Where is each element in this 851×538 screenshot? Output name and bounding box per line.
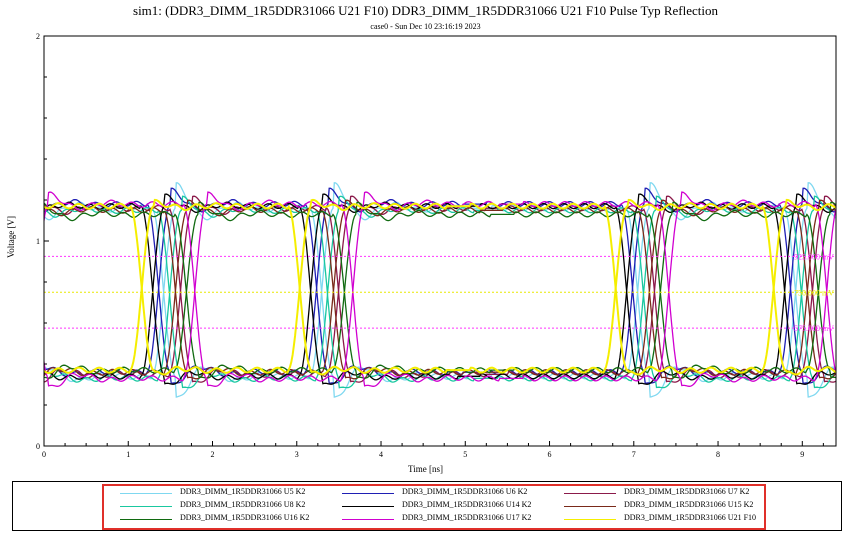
- legend-swatch: [342, 506, 394, 507]
- x-axis-label: Time [ns]: [408, 464, 443, 474]
- y-tick-label: 2: [36, 32, 40, 41]
- x-tick-label: 1: [126, 450, 130, 459]
- trace-2-0: [44, 195, 836, 383]
- trace-5-0: [44, 199, 836, 380]
- y-tick-label: 0: [36, 442, 40, 451]
- x-tick-label: 0: [42, 450, 46, 459]
- trace-8-0: [44, 198, 836, 376]
- x-tick-label: 7: [632, 450, 636, 459]
- trace-4-1: [44, 193, 836, 385]
- x-tick-label: 9: [800, 450, 804, 459]
- legend-label: DDR3_DIMM_1R5DDR31066 U6 K2: [402, 487, 528, 496]
- x-tick-label: 4: [379, 450, 383, 459]
- legend-swatch: [120, 506, 172, 507]
- legend-label: DDR3_DIMM_1R5DDR31066 U14 K2: [402, 500, 532, 509]
- y-tick-label: 1: [36, 237, 40, 246]
- x-tick-label: 8: [716, 450, 720, 459]
- x-tick-label: 3: [295, 450, 299, 459]
- eye-diagram-plot: 925.000 mV 750.000 mV 575.000 mV 0 1 2 3 4 5 6 7 8…: [36, 32, 837, 459]
- legend-label: DDR3_DIMM_1R5DDR31066 U16 K2: [180, 513, 310, 522]
- legend: DDR3_DIMM_1R5DDR31066 U5 K2 DDR3_DIMM_1R5…: [12, 481, 842, 531]
- trace-1-1: [44, 187, 836, 385]
- legend-swatch: [120, 493, 172, 494]
- legend-swatch: [120, 519, 172, 520]
- trace-7-0: [44, 191, 836, 387]
- x-tick-label: 5: [463, 450, 467, 459]
- legend-swatch: [564, 519, 616, 520]
- x-tick-label: 2: [211, 450, 215, 459]
- trace-2-1: [44, 195, 836, 383]
- trace-6-0: [44, 201, 836, 379]
- trace-8-1: [44, 198, 836, 376]
- trace-1-0: [44, 187, 836, 385]
- trace-4-0: [44, 193, 836, 385]
- threshold-label: 575.000 mV: [794, 324, 834, 333]
- legend-label: DDR3_DIMM_1R5DDR31066 U8 K2: [180, 500, 306, 509]
- threshold-label: 925.000 mV: [794, 252, 834, 261]
- y-axis-label: Voltage [V]: [6, 215, 16, 259]
- legend-swatch: [564, 506, 616, 507]
- threshold-label: 750.000 mV: [794, 288, 834, 297]
- legend-highlight-box: DDR3_DIMM_1R5DDR31066 U5 K2 DDR3_DIMM_1R5…: [102, 484, 766, 530]
- x-tick-label: 6: [548, 450, 552, 459]
- legend-label: DDR3_DIMM_1R5DDR31066 U15 K2: [624, 500, 754, 509]
- legend-swatch: [564, 493, 616, 494]
- trace-5-1: [44, 199, 836, 380]
- legend-swatch: [342, 519, 394, 520]
- legend-swatch: [342, 493, 394, 494]
- legend-label: DDR3_DIMM_1R5DDR31066 U21 F10: [624, 513, 757, 522]
- legend-label: DDR3_DIMM_1R5DDR31066 U17 K2: [402, 513, 532, 522]
- trace-6-1: [44, 201, 836, 379]
- legend-label: DDR3_DIMM_1R5DDR31066 U5 K2: [180, 487, 306, 496]
- legend-label: DDR3_DIMM_1R5DDR31066 U7 K2: [624, 487, 750, 496]
- trace-7-1: [44, 191, 836, 387]
